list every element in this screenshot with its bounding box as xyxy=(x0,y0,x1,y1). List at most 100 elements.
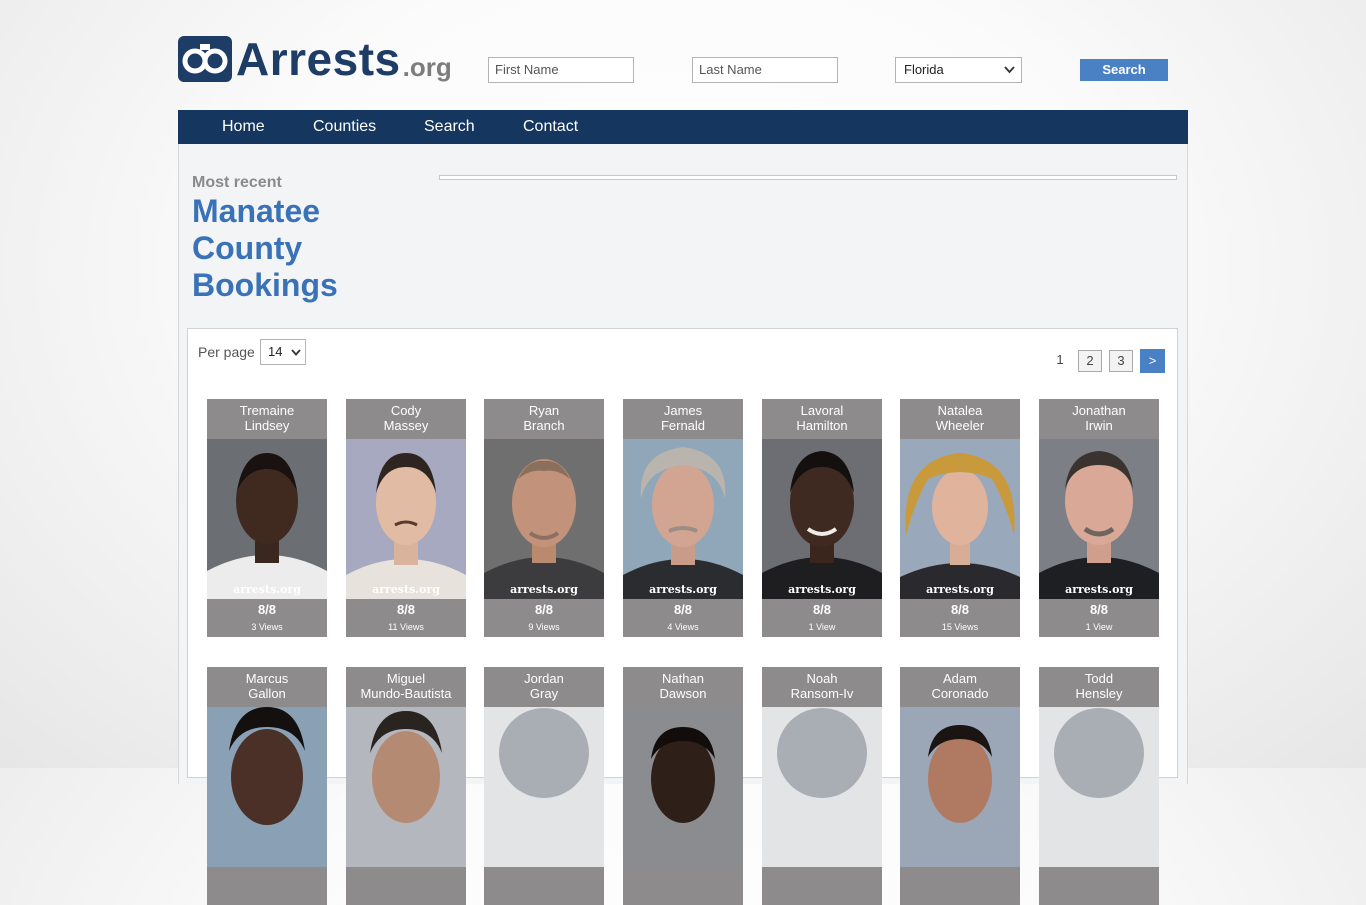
page-kicker: Most recent xyxy=(192,174,282,191)
photo-watermark: arrests.org xyxy=(233,583,301,596)
booking-last-name: Coronado xyxy=(931,686,989,701)
logo-wordmark: Arrests xyxy=(236,33,401,85)
booking-card[interactable]: Todd Hensley xyxy=(1039,667,1159,905)
mugshot-photo[interactable] xyxy=(900,707,1020,867)
booking-card[interactable]: Jordan Gray xyxy=(484,667,604,905)
booking-date: 8/8 xyxy=(812,602,832,617)
nav-contact[interactable]: Contact xyxy=(523,110,578,144)
booking-last-name: Ransom-Iv xyxy=(790,686,854,701)
page-title-line: County xyxy=(192,230,303,266)
booking-first-name: James xyxy=(663,403,703,418)
pagination-page-3[interactable]: 3 xyxy=(1109,350,1133,372)
mugshot-photo[interactable]: arrests.org xyxy=(623,439,743,599)
booking-date: 8/8 xyxy=(257,602,277,617)
ad-placeholder xyxy=(439,175,1177,180)
page-title-line: Manatee xyxy=(192,193,321,229)
chevron-down-icon xyxy=(1004,66,1015,74)
site-header: Arrests .org First Name Last Name Florid… xyxy=(0,0,1366,110)
booking-views: 1 View xyxy=(1085,622,1113,632)
main-nav: Home Counties Search Contact xyxy=(178,110,1188,144)
no-photo-placeholder[interactable] xyxy=(484,707,604,867)
first-name-input[interactable]: First Name xyxy=(488,57,634,83)
booking-first-name: Tremaine xyxy=(239,403,295,418)
per-page-select[interactable]: 14 xyxy=(260,339,306,365)
booking-last-name: Massey xyxy=(383,418,429,433)
booking-date: 8/8 xyxy=(534,602,554,617)
per-page-label: Per page xyxy=(198,344,255,360)
pagination-current: 1 xyxy=(1056,352,1064,367)
booking-last-name: Hensley xyxy=(1075,686,1123,701)
booking-first-name: Nathan xyxy=(662,671,704,686)
mugshot-photo[interactable]: arrests.org xyxy=(1039,439,1159,599)
booking-last-name: Gray xyxy=(529,686,559,701)
nav-home[interactable]: Home xyxy=(222,110,265,144)
pagination-page-2[interactable]: 2 xyxy=(1078,350,1102,372)
booking-card[interactable]: Nathan Dawson xyxy=(623,667,743,905)
booking-first-name: Jonathan xyxy=(1072,403,1126,418)
booking-first-name: Lavoral xyxy=(800,403,844,418)
booking-name: Nathan Dawson xyxy=(623,671,743,701)
booking-first-name: Cody xyxy=(390,403,422,418)
booking-card[interactable]: Adam Coronado xyxy=(900,667,1020,905)
booking-first-name: Jordan xyxy=(524,671,564,686)
booking-card[interactable]: Marcus Gallon xyxy=(207,667,327,905)
no-photo-placeholder[interactable] xyxy=(1039,707,1159,867)
booking-name: Todd Hensley xyxy=(1039,671,1159,701)
page-title-line: Bookings xyxy=(192,267,338,303)
booking-first-name: Miguel xyxy=(386,671,426,686)
booking-card[interactable]: Tremaine Lindsey arrests.org 8/8 3 Views xyxy=(207,399,327,637)
mugshot-photo[interactable]: arrests.org xyxy=(762,439,882,599)
state-select[interactable]: Florida xyxy=(895,57,1022,83)
logo-suffix: .org xyxy=(402,52,452,82)
search-button[interactable]: Search xyxy=(1080,59,1168,81)
mugshot-photo[interactable] xyxy=(207,707,327,867)
booking-card[interactable]: Jonathan Irwin arrests.org 8/8 1 View xyxy=(1039,399,1159,637)
booking-date: 8/8 xyxy=(673,602,693,617)
booking-card[interactable]: Cody Massey arrests.org 8/8 11 Views xyxy=(346,399,466,637)
photo-watermark: arrests.org xyxy=(788,583,856,596)
state-select-value: Florida xyxy=(904,62,944,77)
no-photo-placeholder[interactable] xyxy=(762,707,882,867)
site-logo[interactable]: Arrests .org xyxy=(178,34,452,82)
booking-card[interactable]: Natalea Wheeler arrests.org 8/8 15 Views xyxy=(900,399,1020,637)
booking-card[interactable]: Lavoral Hamilton arrests.org 8/8 1 View xyxy=(762,399,882,637)
booking-first-name: Adam xyxy=(943,671,977,686)
booking-name: Marcus Gallon xyxy=(207,671,327,701)
booking-name: James Fernald xyxy=(623,403,743,433)
booking-last-name: Hamilton xyxy=(796,418,848,433)
booking-first-name: Marcus xyxy=(245,671,289,686)
pagination-next-button[interactable]: > xyxy=(1140,349,1165,373)
booking-first-name: Natalea xyxy=(937,403,983,418)
booking-views: 1 View xyxy=(808,622,836,632)
booking-last-name: Gallon xyxy=(248,686,286,701)
mugshot-photo[interactable]: arrests.org xyxy=(484,439,604,599)
nav-counties[interactable]: Counties xyxy=(313,110,376,144)
last-name-input[interactable]: Last Name xyxy=(692,57,838,83)
photo-watermark: arrests.org xyxy=(926,583,994,596)
booking-card[interactable]: Ryan Branch arrests.org 8/8 9 Views xyxy=(484,399,604,637)
mugshot-photo[interactable] xyxy=(623,707,743,867)
booking-name: Adam Coronado xyxy=(900,671,1020,701)
booking-last-name: Wheeler xyxy=(935,418,985,433)
booking-card[interactable]: Miguel Mundo-Bautista xyxy=(346,667,466,905)
booking-name: Lavoral Hamilton xyxy=(762,403,882,433)
mugshot-photo[interactable]: arrests.org xyxy=(900,439,1020,599)
booking-last-name: Irwin xyxy=(1085,418,1113,433)
booking-last-name: Dawson xyxy=(659,686,707,701)
mugshot-photo[interactable]: arrests.org xyxy=(346,439,466,599)
nav-search[interactable]: Search xyxy=(424,110,475,144)
chevron-down-icon xyxy=(291,349,301,356)
booking-date: 8/8 xyxy=(950,602,970,617)
mugshot-photo[interactable]: arrests.org xyxy=(207,439,327,599)
photo-watermark: arrests.org xyxy=(372,583,440,596)
booking-date: 8/8 xyxy=(396,602,416,617)
booking-views: 15 Views xyxy=(941,622,979,632)
booking-first-name: Ryan xyxy=(528,403,560,418)
booking-card[interactable]: James Fernald arrests.org 8/8 4 Views xyxy=(623,399,743,637)
booking-card[interactable]: Noah Ransom-Iv xyxy=(762,667,882,905)
booking-name: Cody Massey xyxy=(346,403,466,433)
booking-name: Ryan Branch xyxy=(484,403,604,433)
mugshot-photo[interactable] xyxy=(346,707,466,867)
booking-last-name: Mundo-Bautista xyxy=(360,686,452,701)
booking-views: 9 Views xyxy=(528,622,560,632)
